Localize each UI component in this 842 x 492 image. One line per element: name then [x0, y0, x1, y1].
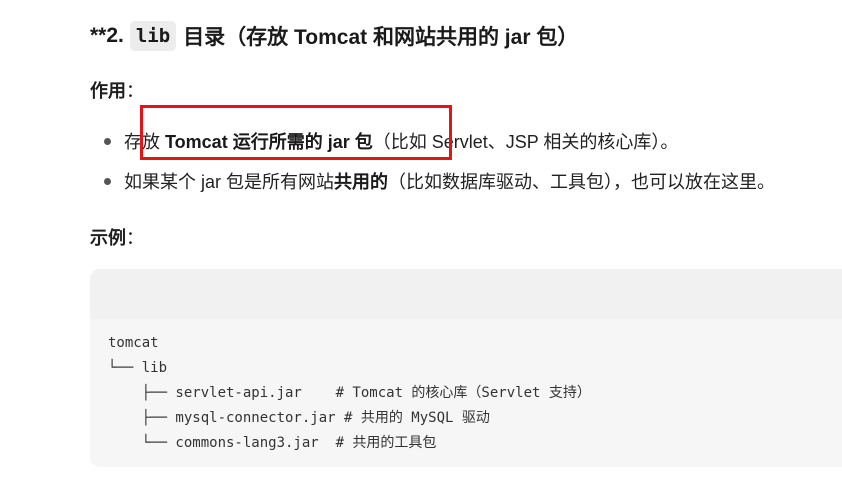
bullet-dot-icon — [104, 137, 111, 145]
usage-label-colon: ： — [126, 81, 144, 101]
heading-title: 目录（存放 Tomcat 和网站共用的 jar 包） — [183, 26, 579, 49]
list-item-text-post: （比如数据库驱动、工具包），也可以放在这里。 — [388, 172, 776, 192]
bullet-dot-icon — [104, 177, 111, 185]
code-line: tomcat — [108, 335, 159, 351]
example-label: 示例： — [90, 224, 144, 250]
code-block[interactable]: tomcat └── lib ├── servlet-api.jar # Tomc… — [90, 269, 842, 467]
code-line: ├── mysql-connector.jar # 共用的 MySQL 驱动 — [108, 410, 490, 426]
heading-prefix: **2. — [90, 24, 124, 47]
usage-label-text: 作用 — [90, 81, 126, 101]
heading-inline-code: lib — [129, 21, 177, 51]
usage-label: 作用： — [90, 77, 144, 103]
code-line: └── lib — [108, 360, 168, 376]
red-highlight-box — [140, 105, 452, 160]
list-item-text: 如果某个 jar 包是所有网站共用的（比如数据库驱动、工具包），也可以放在这里。 — [124, 168, 775, 194]
list-item-text-pre: 如果某个 jar 包是所有网站 — [124, 172, 335, 192]
code-line: ├── servlet-api.jar # Tomcat 的核心库（Servle… — [108, 385, 591, 401]
section-heading: **2. lib 目录（存放 Tomcat 和网站共用的 jar 包） — [90, 18, 578, 54]
example-label-colon: ： — [126, 228, 144, 248]
code-block-header — [90, 269, 842, 319]
list-item-text-bold: 共用的 — [334, 172, 389, 192]
code-line: └── commons-lang3.jar # 共用的工具包 — [108, 435, 437, 451]
code-content[interactable]: tomcat └── lib ├── servlet-api.jar # Tomc… — [108, 331, 591, 456]
example-label-text: 示例 — [90, 228, 126, 248]
list-item: 如果某个 jar 包是所有网站共用的（比如数据库驱动、工具包），也可以放在这里。 — [104, 168, 775, 194]
